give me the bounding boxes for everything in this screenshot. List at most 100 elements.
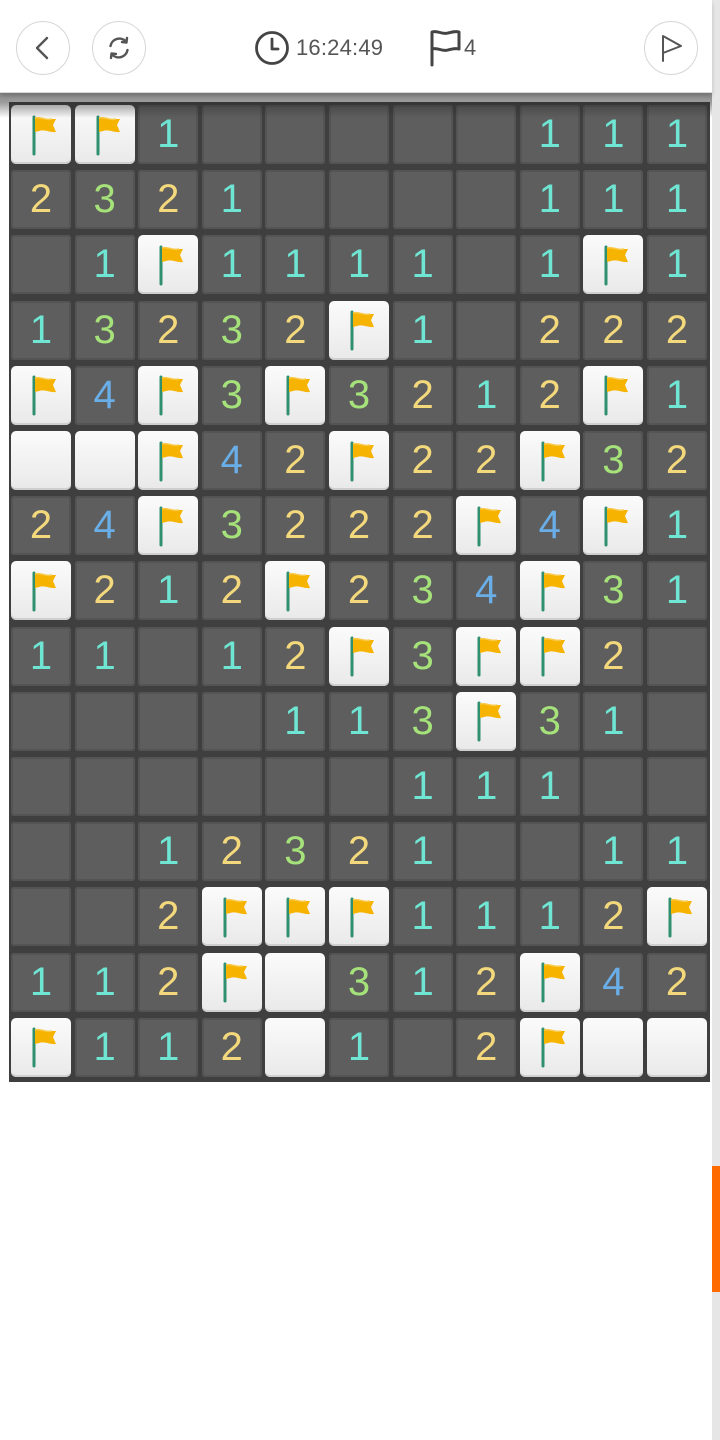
cell-empty[interactable] — [647, 757, 707, 816]
cell-number[interactable]: 2 — [265, 300, 326, 360]
cell-covered[interactable] — [265, 952, 326, 1012]
cell-empty[interactable] — [519, 822, 580, 882]
cell-flagged[interactable] — [329, 887, 389, 947]
cell-number[interactable]: 1 — [392, 952, 453, 1012]
cell-number[interactable]: 1 — [11, 300, 71, 360]
cell-flagged[interactable] — [519, 952, 580, 1012]
cell-number[interactable]: 1 — [329, 235, 389, 295]
cell-number[interactable]: 2 — [583, 300, 644, 360]
cell-number[interactable]: 1 — [583, 105, 644, 164]
cell-flagged[interactable] — [456, 496, 517, 556]
cell-number[interactable]: 1 — [647, 105, 707, 164]
cell-number[interactable]: 2 — [583, 626, 644, 686]
cell-flagged[interactable] — [583, 496, 644, 556]
cell-flagged[interactable] — [11, 365, 71, 425]
cell-number[interactable]: 1 — [456, 757, 517, 816]
cell-flagged[interactable] — [11, 561, 71, 621]
cell-empty[interactable] — [138, 757, 199, 816]
cell-number[interactable]: 3 — [329, 365, 389, 425]
cell-covered[interactable] — [583, 1017, 644, 1077]
cell-empty[interactable] — [74, 887, 135, 947]
cell-number[interactable]: 1 — [392, 887, 453, 947]
cell-number[interactable]: 3 — [392, 561, 453, 621]
cell-empty[interactable] — [11, 822, 71, 882]
cell-flagged[interactable] — [583, 235, 644, 295]
cell-empty[interactable] — [138, 691, 199, 751]
cell-number[interactable]: 1 — [329, 691, 389, 751]
cell-flagged[interactable] — [519, 431, 580, 490]
cell-number[interactable]: 2 — [392, 431, 453, 490]
cell-number[interactable]: 2 — [647, 952, 707, 1012]
back-button[interactable] — [16, 21, 70, 75]
cell-number[interactable]: 2 — [456, 431, 517, 490]
cell-flagged[interactable] — [138, 235, 199, 295]
cell-number[interactable]: 2 — [11, 170, 71, 230]
cell-empty[interactable] — [11, 691, 71, 751]
cell-number[interactable]: 3 — [583, 561, 644, 621]
cell-number[interactable]: 2 — [11, 496, 71, 556]
cell-flagged[interactable] — [583, 365, 644, 425]
cell-number[interactable]: 3 — [201, 496, 262, 556]
cell-empty[interactable] — [201, 691, 262, 751]
cell-number[interactable]: 1 — [74, 235, 135, 295]
cell-number[interactable]: 4 — [74, 496, 135, 556]
cell-number[interactable]: 2 — [329, 496, 389, 556]
cell-flagged[interactable] — [456, 626, 517, 686]
cell-number[interactable]: 4 — [456, 561, 517, 621]
cell-number[interactable]: 1 — [11, 952, 71, 1012]
cell-empty[interactable] — [329, 170, 389, 230]
cell-number[interactable]: 1 — [519, 170, 580, 230]
cell-number[interactable]: 1 — [647, 170, 707, 230]
cell-number[interactable]: 1 — [74, 1017, 135, 1077]
cell-number[interactable]: 2 — [138, 300, 199, 360]
cell-number[interactable]: 4 — [583, 952, 644, 1012]
cell-empty[interactable] — [456, 300, 517, 360]
cell-empty[interactable] — [11, 887, 71, 947]
cell-number[interactable]: 1 — [647, 496, 707, 556]
cell-number[interactable]: 3 — [74, 170, 135, 230]
cell-empty[interactable] — [138, 626, 199, 686]
cell-covered[interactable] — [74, 431, 135, 490]
cell-flagged[interactable] — [74, 105, 135, 164]
cell-flagged[interactable] — [11, 105, 71, 164]
cell-flagged[interactable] — [647, 887, 707, 947]
cell-number[interactable]: 1 — [265, 691, 326, 751]
cell-number[interactable]: 3 — [392, 691, 453, 751]
cell-empty[interactable] — [11, 757, 71, 816]
cell-empty[interactable] — [456, 170, 517, 230]
cell-empty[interactable] — [201, 105, 262, 164]
cell-number[interactable]: 4 — [74, 365, 135, 425]
cell-empty[interactable] — [11, 235, 71, 295]
cell-flagged[interactable] — [519, 626, 580, 686]
cell-flagged[interactable] — [265, 365, 326, 425]
cell-number[interactable]: 1 — [392, 235, 453, 295]
cell-number[interactable]: 1 — [138, 1017, 199, 1077]
cell-number[interactable]: 2 — [647, 300, 707, 360]
cell-empty[interactable] — [329, 105, 389, 164]
cell-number[interactable]: 1 — [392, 757, 453, 816]
cell-empty[interactable] — [456, 235, 517, 295]
cell-number[interactable]: 2 — [265, 626, 326, 686]
cell-flagged[interactable] — [265, 561, 326, 621]
cell-flagged[interactable] — [201, 952, 262, 1012]
cell-empty[interactable] — [201, 757, 262, 816]
cell-flagged[interactable] — [329, 431, 389, 490]
cell-empty[interactable] — [74, 757, 135, 816]
cell-number[interactable]: 2 — [74, 561, 135, 621]
cell-number[interactable]: 2 — [201, 822, 262, 882]
cell-number[interactable]: 2 — [392, 365, 453, 425]
cell-number[interactable]: 1 — [583, 822, 644, 882]
cell-number[interactable]: 2 — [201, 561, 262, 621]
cell-covered[interactable] — [11, 431, 71, 490]
cell-number[interactable]: 3 — [74, 300, 135, 360]
cell-empty[interactable] — [392, 1017, 453, 1077]
cell-covered[interactable] — [647, 1017, 707, 1077]
cell-empty[interactable] — [583, 757, 644, 816]
cell-empty[interactable] — [265, 170, 326, 230]
cell-empty[interactable] — [392, 170, 453, 230]
cell-empty[interactable] — [647, 691, 707, 751]
cell-number[interactable]: 1 — [329, 1017, 389, 1077]
cell-number[interactable]: 1 — [138, 822, 199, 882]
cell-empty[interactable] — [329, 757, 389, 816]
cell-empty[interactable] — [74, 691, 135, 751]
